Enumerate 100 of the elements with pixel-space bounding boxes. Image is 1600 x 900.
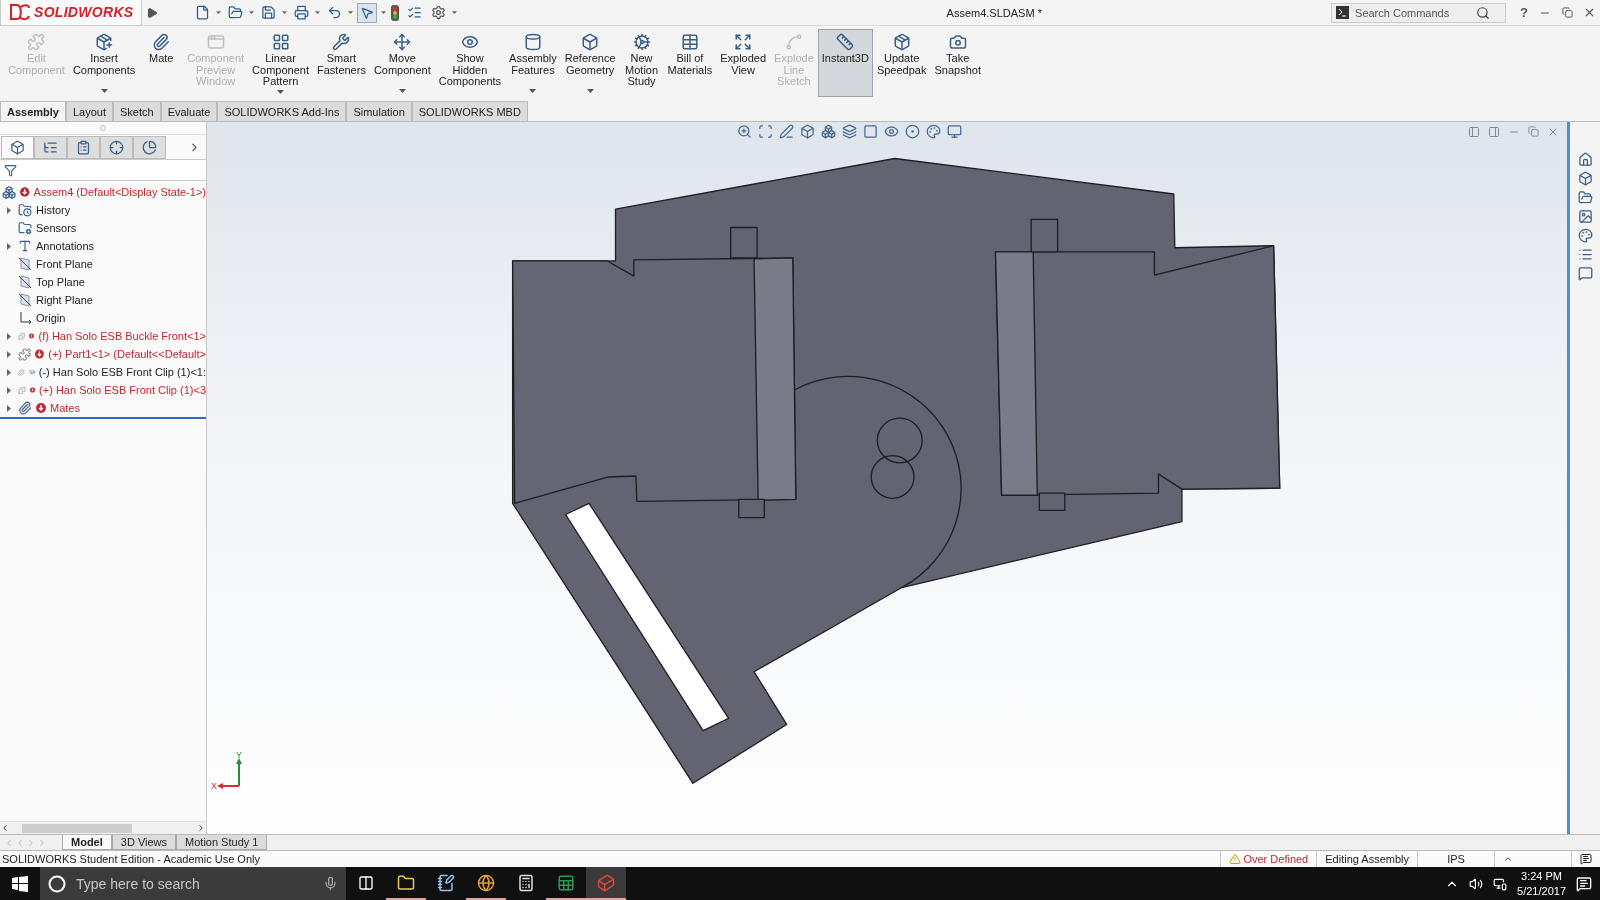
command-tab[interactable]: Sketch <box>113 101 161 121</box>
tree-item[interactable]: Right Plane <box>36 294 93 306</box>
image-icon[interactable] <box>1577 209 1593 224</box>
ribbon-button[interactable]: Mate <box>139 29 184 97</box>
scroll-right-icon[interactable] <box>196 823 206 833</box>
graphics-area[interactable]: Y X <box>207 122 1567 834</box>
tree-item[interactable]: (+) Han Solo ESB Front Clip (1)<3 <box>39 384 206 396</box>
tree-item[interactable]: Origin <box>36 312 66 324</box>
caret-icon[interactable] <box>315 10 321 15</box>
ribbon-button[interactable]: Take Snapshot <box>930 29 985 97</box>
network-icon[interactable] <box>1493 876 1508 891</box>
tree-item[interactable]: Top Plane <box>36 276 85 288</box>
cube-icon[interactable] <box>800 124 815 139</box>
filter-icon[interactable] <box>4 163 17 177</box>
search-field[interactable]: Search Commands <box>1353 5 1473 20</box>
microphone-icon[interactable] <box>323 876 338 891</box>
message-icon[interactable] <box>1580 853 1592 865</box>
cube-icon[interactable] <box>1577 171 1593 186</box>
expand-arrow-icon[interactable] <box>7 206 11 214</box>
panel-right-icon[interactable] <box>1488 126 1500 138</box>
panel-tab[interactable] <box>34 135 67 159</box>
tree-item[interactable]: (-) Han Solo ESB Front Clip (1)<1: <box>38 366 206 378</box>
expand-arrow-icon[interactable] <box>7 404 11 412</box>
ribbon-button[interactable]: Update Speedpak <box>872 29 931 97</box>
expand-arrow-icon[interactable] <box>7 332 11 340</box>
chat-icon[interactable] <box>1577 266 1593 281</box>
model-tab[interactable]: Motion Study 1 <box>176 835 268 850</box>
panel-tab[interactable] <box>100 135 133 159</box>
search-box[interactable]: Search Commands <box>1331 2 1507 23</box>
caret-icon[interactable] <box>282 10 288 15</box>
ribbon-button[interactable]: New Motion Study <box>619 29 664 97</box>
folder-icon[interactable] <box>1577 190 1593 205</box>
ribbon-button[interactable]: Linear Component Pattern <box>248 29 313 97</box>
play-icon[interactable] <box>146 6 159 19</box>
tree-item[interactable]: Annotations <box>36 240 95 252</box>
zoom-icon[interactable] <box>737 124 752 139</box>
traffic-light-icon[interactable] <box>390 4 401 21</box>
caret-icon[interactable] <box>381 10 387 15</box>
expand-arrow-icon[interactable] <box>7 368 11 376</box>
model-tab[interactable]: 3D Views <box>111 835 177 850</box>
ribbon-button[interactable]: Move Component <box>369 29 435 97</box>
expand-arrow-icon[interactable] <box>7 350 11 358</box>
ribbon-button[interactable]: Smart Fasteners <box>313 29 370 97</box>
notifications-icon[interactable] <box>1576 875 1592 892</box>
ribbon-button[interactable]: Instant3D <box>817 29 873 97</box>
layers-icon[interactable] <box>842 124 857 139</box>
tree-item[interactable]: Sensors <box>36 222 77 234</box>
caret-icon[interactable] <box>216 10 222 15</box>
model-tab[interactable]: Model <box>62 835 112 850</box>
command-tab[interactable]: SOLIDWORKS MBD <box>411 101 528 121</box>
pen-icon[interactable] <box>779 124 794 139</box>
ribbon-button[interactable]: Exploded View <box>716 29 771 97</box>
ribbon-button[interactable]: Insert Components <box>68 29 140 97</box>
panel-tab[interactable] <box>1 135 34 159</box>
panel-left-icon[interactable] <box>1468 126 1480 138</box>
caret-icon[interactable] <box>452 10 458 15</box>
ribbon-button[interactable]: Show Hidden Components <box>434 29 506 97</box>
palette-icon[interactable] <box>1577 228 1593 243</box>
close-icon[interactable] <box>1547 126 1559 138</box>
caret-up-icon[interactable] <box>1503 854 1513 864</box>
tree-item[interactable]: Assem4 (Default<Display State-1>) <box>33 186 206 198</box>
palette-icon[interactable] <box>926 124 941 139</box>
tree-item[interactable]: Front Plane <box>36 258 93 270</box>
scrollbar-thumb[interactable] <box>22 823 132 833</box>
tree-item[interactable]: Mates <box>50 402 80 414</box>
circle-dot-icon[interactable] <box>905 124 920 139</box>
taskbar-app-button[interactable] <box>586 867 626 900</box>
ribbon-button[interactable]: Reference Geometry <box>560 29 620 97</box>
zoom-area-icon[interactable] <box>758 124 773 139</box>
caret-icon[interactable] <box>249 10 255 15</box>
command-tab[interactable]: Simulation <box>346 101 412 121</box>
command-tab[interactable]: SOLIDWORKS Add-Ins <box>217 101 347 121</box>
select-button[interactable] <box>357 2 378 23</box>
monitor-icon[interactable] <box>947 124 962 139</box>
taskbar-search-field[interactable]: Type here to search <box>74 874 315 893</box>
command-tab[interactable]: Evaluate <box>160 101 218 121</box>
expand-arrow-icon[interactable] <box>7 386 11 394</box>
tree-item[interactable]: (+) Part1<1> (Default<<Default> <box>48 348 206 360</box>
units-selector[interactable]: IPS <box>1447 853 1465 865</box>
search-icon[interactable] <box>1476 5 1491 20</box>
command-tab[interactable]: Assembly <box>0 101 66 121</box>
caret-icon[interactable] <box>348 10 354 15</box>
scroll-left-icon[interactable] <box>0 823 10 833</box>
square-icon[interactable] <box>863 124 878 139</box>
speaker-icon[interactable] <box>1469 876 1484 891</box>
ribbon-button[interactable]: Bill of Materials <box>663 29 717 97</box>
panel-tab[interactable] <box>67 135 100 159</box>
cubes-icon[interactable] <box>821 124 836 139</box>
home-icon[interactable] <box>1577 152 1593 167</box>
command-tab[interactable]: Layout <box>66 101 113 121</box>
help-button[interactable]: ? <box>1520 5 1528 20</box>
expand-arrow-icon[interactable] <box>7 242 11 250</box>
ribbon-button[interactable]: Assembly Features <box>505 29 561 97</box>
taskbar-search-box[interactable]: Type here to search <box>40 867 346 900</box>
panel-tab[interactable] <box>133 135 166 159</box>
clock[interactable]: 3:24 PM 5/21/2017 <box>1517 869 1566 898</box>
eye-icon[interactable] <box>884 124 899 139</box>
list-icon[interactable] <box>1577 247 1593 262</box>
tree-item[interactable]: History <box>36 204 71 216</box>
tree-item[interactable]: (f) Han Solo ESB Buckle Front<1> <box>38 330 206 342</box>
